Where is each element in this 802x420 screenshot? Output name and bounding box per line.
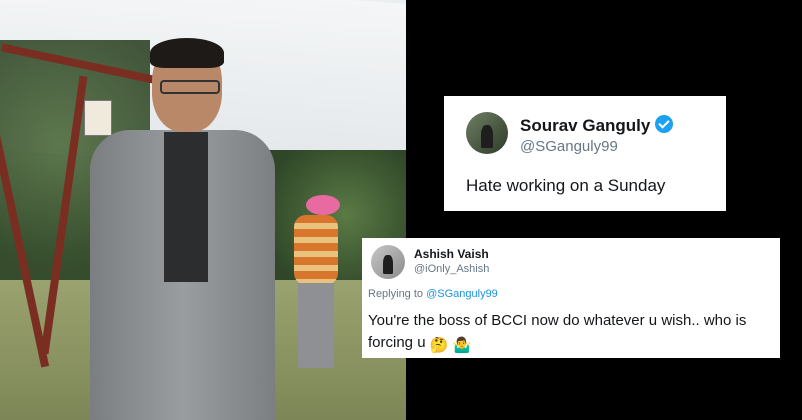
man-figure — [90, 38, 275, 420]
display-name: Ashish Vaish — [414, 247, 489, 261]
user-handle: @iOnly_Ashish — [414, 263, 490, 275]
tweet-text: Hate working on a Sunday — [466, 176, 666, 195]
tweet-text-body: You're the boss of BCCI now do whatever … — [368, 312, 747, 351]
tweet-text: You're the boss of BCCI now do whatever … — [368, 310, 772, 357]
tweet-card-reply: Ashish Vaish @iOnly_Ashish Replying to @… — [362, 238, 780, 358]
user-handle: @SGanguly99 — [520, 138, 618, 155]
replying-prefix: Replying to — [368, 288, 427, 300]
mention-link[interactable]: @SGanguly99 — [426, 288, 498, 300]
thinking-face-icon: 🤔 — [429, 337, 449, 354]
pants — [298, 283, 334, 368]
child-figure — [286, 195, 346, 370]
display-name-text: Sourav Ganguly — [520, 116, 651, 135]
tweet-card-main: Sourav Ganguly @SGanguly99 Hate working … — [444, 96, 726, 211]
tshirt — [164, 132, 208, 282]
striped-shirt — [294, 215, 338, 285]
glasses — [160, 80, 220, 94]
display-name: Sourav Ganguly — [520, 115, 674, 136]
avatar — [466, 112, 508, 154]
hair — [150, 38, 224, 68]
shrug-icon: 🤷‍♂️ — [452, 337, 472, 354]
plate — [306, 195, 340, 215]
avatar — [371, 245, 405, 279]
replying-to: Replying to @SGanguly99 — [368, 288, 498, 300]
photo-panel — [0, 0, 406, 420]
verified-badge-icon — [655, 115, 674, 133]
meme-canvas: Sourav Ganguly @SGanguly99 Hate working … — [0, 0, 802, 420]
